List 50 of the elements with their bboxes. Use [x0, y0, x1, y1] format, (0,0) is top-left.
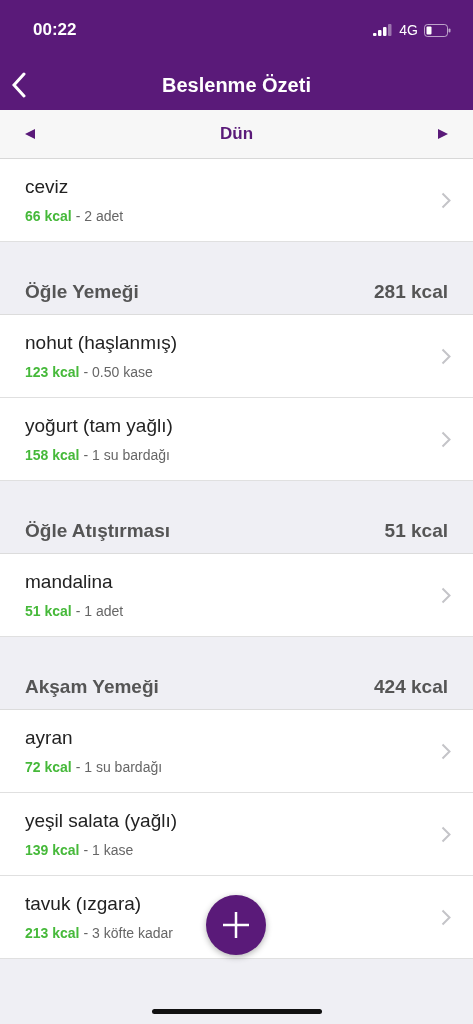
food-row[interactable]: ceviz 66 kcal - 2 adet — [0, 159, 473, 242]
food-row[interactable]: tavuk (ızgara) 213 kcal - 3 köfte kadar — [0, 876, 473, 959]
food-name: mandalina — [25, 571, 114, 593]
food-portion: - 1 su bardağı — [75, 759, 163, 775]
food-calories: 66 kcal — [25, 208, 72, 224]
food-name: yoğurt (tam yağlı) — [25, 415, 173, 437]
food-calories: 158 kcal — [25, 447, 80, 463]
plus-icon — [221, 910, 251, 940]
food-portion: - 3 köfte kadar — [83, 925, 173, 941]
food-portion: - 0.50 kase — [83, 364, 153, 380]
food-calories: 72 kcal — [25, 759, 72, 775]
food-name: ceviz — [25, 176, 70, 198]
chevron-icon — [441, 347, 451, 365]
food-portion: - 1 kase — [83, 842, 134, 858]
food-row[interactable]: yoğurt (tam yağlı) 158 kcal - 1 su bardağı — [0, 398, 473, 481]
chevron-icon — [441, 825, 451, 843]
meal-total: 424 kcal — [374, 675, 448, 698]
chevron-icon — [441, 586, 451, 604]
meal-title: Akşam Yemeği — [25, 675, 159, 698]
food-name: tavuk (ızgara) — [25, 893, 143, 915]
food-row[interactable]: nohut (haşlanmış) 123 kcal - 0.50 kase — [0, 315, 473, 398]
right-triangle-icon — [437, 128, 449, 140]
status-time: 00:22 — [33, 20, 77, 40]
food-portion: - 1 su bardağı — [83, 447, 170, 463]
food-calories: 139 kcal — [25, 842, 80, 858]
chevron-icon — [441, 191, 451, 209]
chevron-icon — [441, 742, 451, 760]
chevron-icon — [441, 430, 451, 448]
network-label: 4G — [399, 22, 418, 38]
meal-title: Öğle Atıştırması — [25, 519, 170, 542]
left-triangle-icon — [24, 128, 36, 140]
meal-total: 51 kcal — [384, 519, 448, 542]
food-calories: 51 kcal — [25, 603, 72, 619]
food-row[interactable]: yeşil salata (yağlı) 139 kcal - 1 kase — [0, 793, 473, 876]
date-label: Dün — [219, 124, 253, 144]
screen-title: Beslenme Özeti — [162, 73, 311, 97]
signal-icon — [373, 24, 394, 36]
food-calories: 213 kcal — [25, 925, 80, 941]
food-portion: - 1 adet — [75, 603, 124, 619]
food-row[interactable]: ayran 72 kcal - 1 su bardağı — [0, 710, 473, 793]
battery-icon — [424, 23, 451, 37]
food-calories: 123 kcal — [25, 364, 80, 380]
meal-total: 281 kcal — [374, 280, 448, 303]
chevron-icon — [441, 908, 451, 926]
food-portion: - 2 adet — [75, 208, 124, 224]
food-row[interactable]: mandalina 51 kcal - 1 adet — [0, 554, 473, 637]
food-name: ayran — [25, 727, 74, 749]
food-name: yeşil salata (yağlı) — [25, 810, 178, 832]
meal-title: Öğle Yemeği — [25, 280, 139, 303]
food-name: nohut (haşlanmış) — [25, 332, 178, 354]
